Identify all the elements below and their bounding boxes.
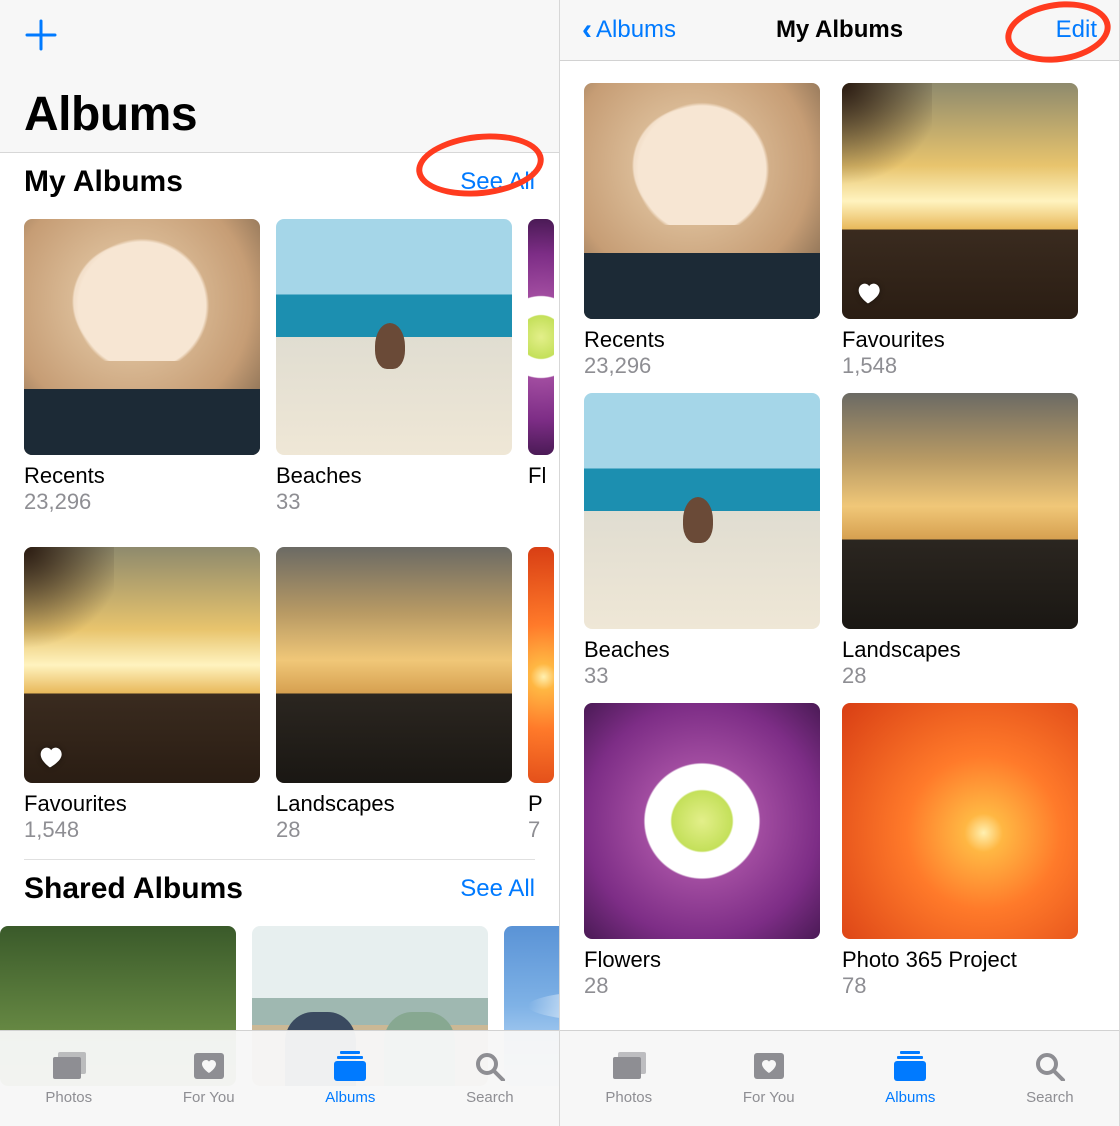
tab-label: Albums [885,1089,935,1106]
album-count: 23,296 [584,353,820,379]
album-name: Fl [528,455,554,489]
tab-label: Search [466,1089,514,1106]
album-thumbnail[interactable] [24,219,260,455]
album-name: Landscapes [276,783,512,817]
search-icon [1032,1051,1068,1085]
album-count: 1,548 [24,817,260,843]
nav-bar: ‹ Albums My Albums Edit [560,0,1119,61]
album-item[interactable]: Favourites1,548 [24,547,260,843]
album-thumbnail[interactable] [528,219,554,455]
edit-button[interactable]: Edit [1056,16,1097,44]
tab-photos[interactable]: Photos [45,1051,92,1106]
tab-bar: Photos For You Albums Search [0,1030,559,1126]
tab-for you[interactable]: For You [743,1051,795,1106]
heart-icon [36,743,64,771]
my-albums-row-1[interactable]: Recents23,296Beaches33Fl [0,203,559,531]
stack-icon [51,1051,87,1085]
album-thumbnail[interactable] [842,83,1078,319]
my-albums-title: My Albums [24,165,183,199]
screen-my-albums-list: ‹ Albums My Albums Edit Recents23,296Fav… [560,0,1120,1126]
album-count: 23,296 [24,489,260,515]
album-count: 28 [276,817,512,843]
album-name: P [528,783,554,817]
page-title: Albums [24,59,535,142]
album-name: Favourites [842,319,1078,353]
tab-albums[interactable]: Albums [325,1051,375,1106]
heart-card-icon [751,1051,787,1085]
album-item[interactable]: Photo 365 Project78 [842,703,1078,999]
tab-photos[interactable]: Photos [605,1051,652,1106]
album-thumbnail[interactable] [528,547,554,783]
heart-icon [854,279,882,307]
albums-grid[interactable]: Recents23,296Favourites1,548Beaches33Lan… [560,61,1119,999]
album-item[interactable]: Fl [528,219,554,515]
plus-icon [24,18,58,52]
album-item[interactable]: Recents23,296 [24,219,260,515]
album-item[interactable]: Favourites1,548 [842,83,1078,379]
album-name: Landscapes [842,629,1078,663]
see-all-button[interactable]: See All [460,168,535,196]
tab-bar: Photos For You Albums Search [560,1030,1119,1126]
album-item[interactable]: Recents23,296 [584,83,820,379]
album-count: 7 [528,817,554,843]
tab-label: Search [1026,1089,1074,1106]
back-label: Albums [596,16,676,44]
top-bar: Albums [0,0,559,152]
tab-label: Photos [605,1089,652,1106]
album-thumbnail[interactable] [584,83,820,319]
album-thumbnail[interactable] [276,547,512,783]
nav-title: My Albums [776,16,903,44]
album-count: 28 [842,663,1078,689]
album-thumbnail[interactable] [24,547,260,783]
my-albums-header: My Albums See All [0,153,559,203]
shared-albums-header: Shared Albums See All [0,860,559,910]
album-name: Beaches [276,455,512,489]
shared-albums-title: Shared Albums [24,872,243,906]
tab-search[interactable]: Search [466,1051,514,1106]
album-name: Recents [24,455,260,489]
tab-for you[interactable]: For You [183,1051,235,1106]
tab-label: For You [183,1089,235,1106]
album-thumbnail[interactable] [842,393,1078,629]
my-albums-row-2[interactable]: Favourites1,548Landscapes28P7 [0,531,559,859]
albums-icon [892,1051,928,1085]
tab-label: For You [743,1089,795,1106]
screen-albums-home: Albums My Albums See All Recents23,296Be… [0,0,560,1126]
album-count: 28 [584,973,820,999]
search-icon [472,1051,508,1085]
album-item[interactable]: P7 [528,547,554,843]
album-name: Photo 365 Project [842,939,1078,973]
album-name: Flowers [584,939,820,973]
tab-label: Albums [325,1089,375,1106]
album-item[interactable]: Beaches33 [584,393,820,689]
album-count: 33 [276,489,512,515]
album-item[interactable]: Landscapes28 [842,393,1078,689]
heart-card-icon [191,1051,227,1085]
add-album-button[interactable] [24,18,535,59]
album-name: Beaches [584,629,820,663]
album-count: 33 [584,663,820,689]
album-item[interactable]: Landscapes28 [276,547,512,843]
album-thumbnail[interactable] [584,393,820,629]
tab-label: Photos [45,1089,92,1106]
tab-albums[interactable]: Albums [885,1051,935,1106]
chevron-left-icon: ‹ [582,18,592,42]
albums-icon [332,1051,368,1085]
album-count: 78 [842,973,1078,999]
tab-search[interactable]: Search [1026,1051,1074,1106]
back-button[interactable]: ‹ Albums [582,16,676,44]
album-item[interactable]: Flowers28 [584,703,820,999]
album-thumbnail[interactable] [276,219,512,455]
album-thumbnail[interactable] [584,703,820,939]
album-name: Favourites [24,783,260,817]
see-all-button[interactable]: See All [460,875,535,903]
album-item[interactable]: Beaches33 [276,219,512,515]
album-thumbnail[interactable] [842,703,1078,939]
album-name: Recents [584,319,820,353]
stack-icon [611,1051,647,1085]
album-count: 1,548 [842,353,1078,379]
